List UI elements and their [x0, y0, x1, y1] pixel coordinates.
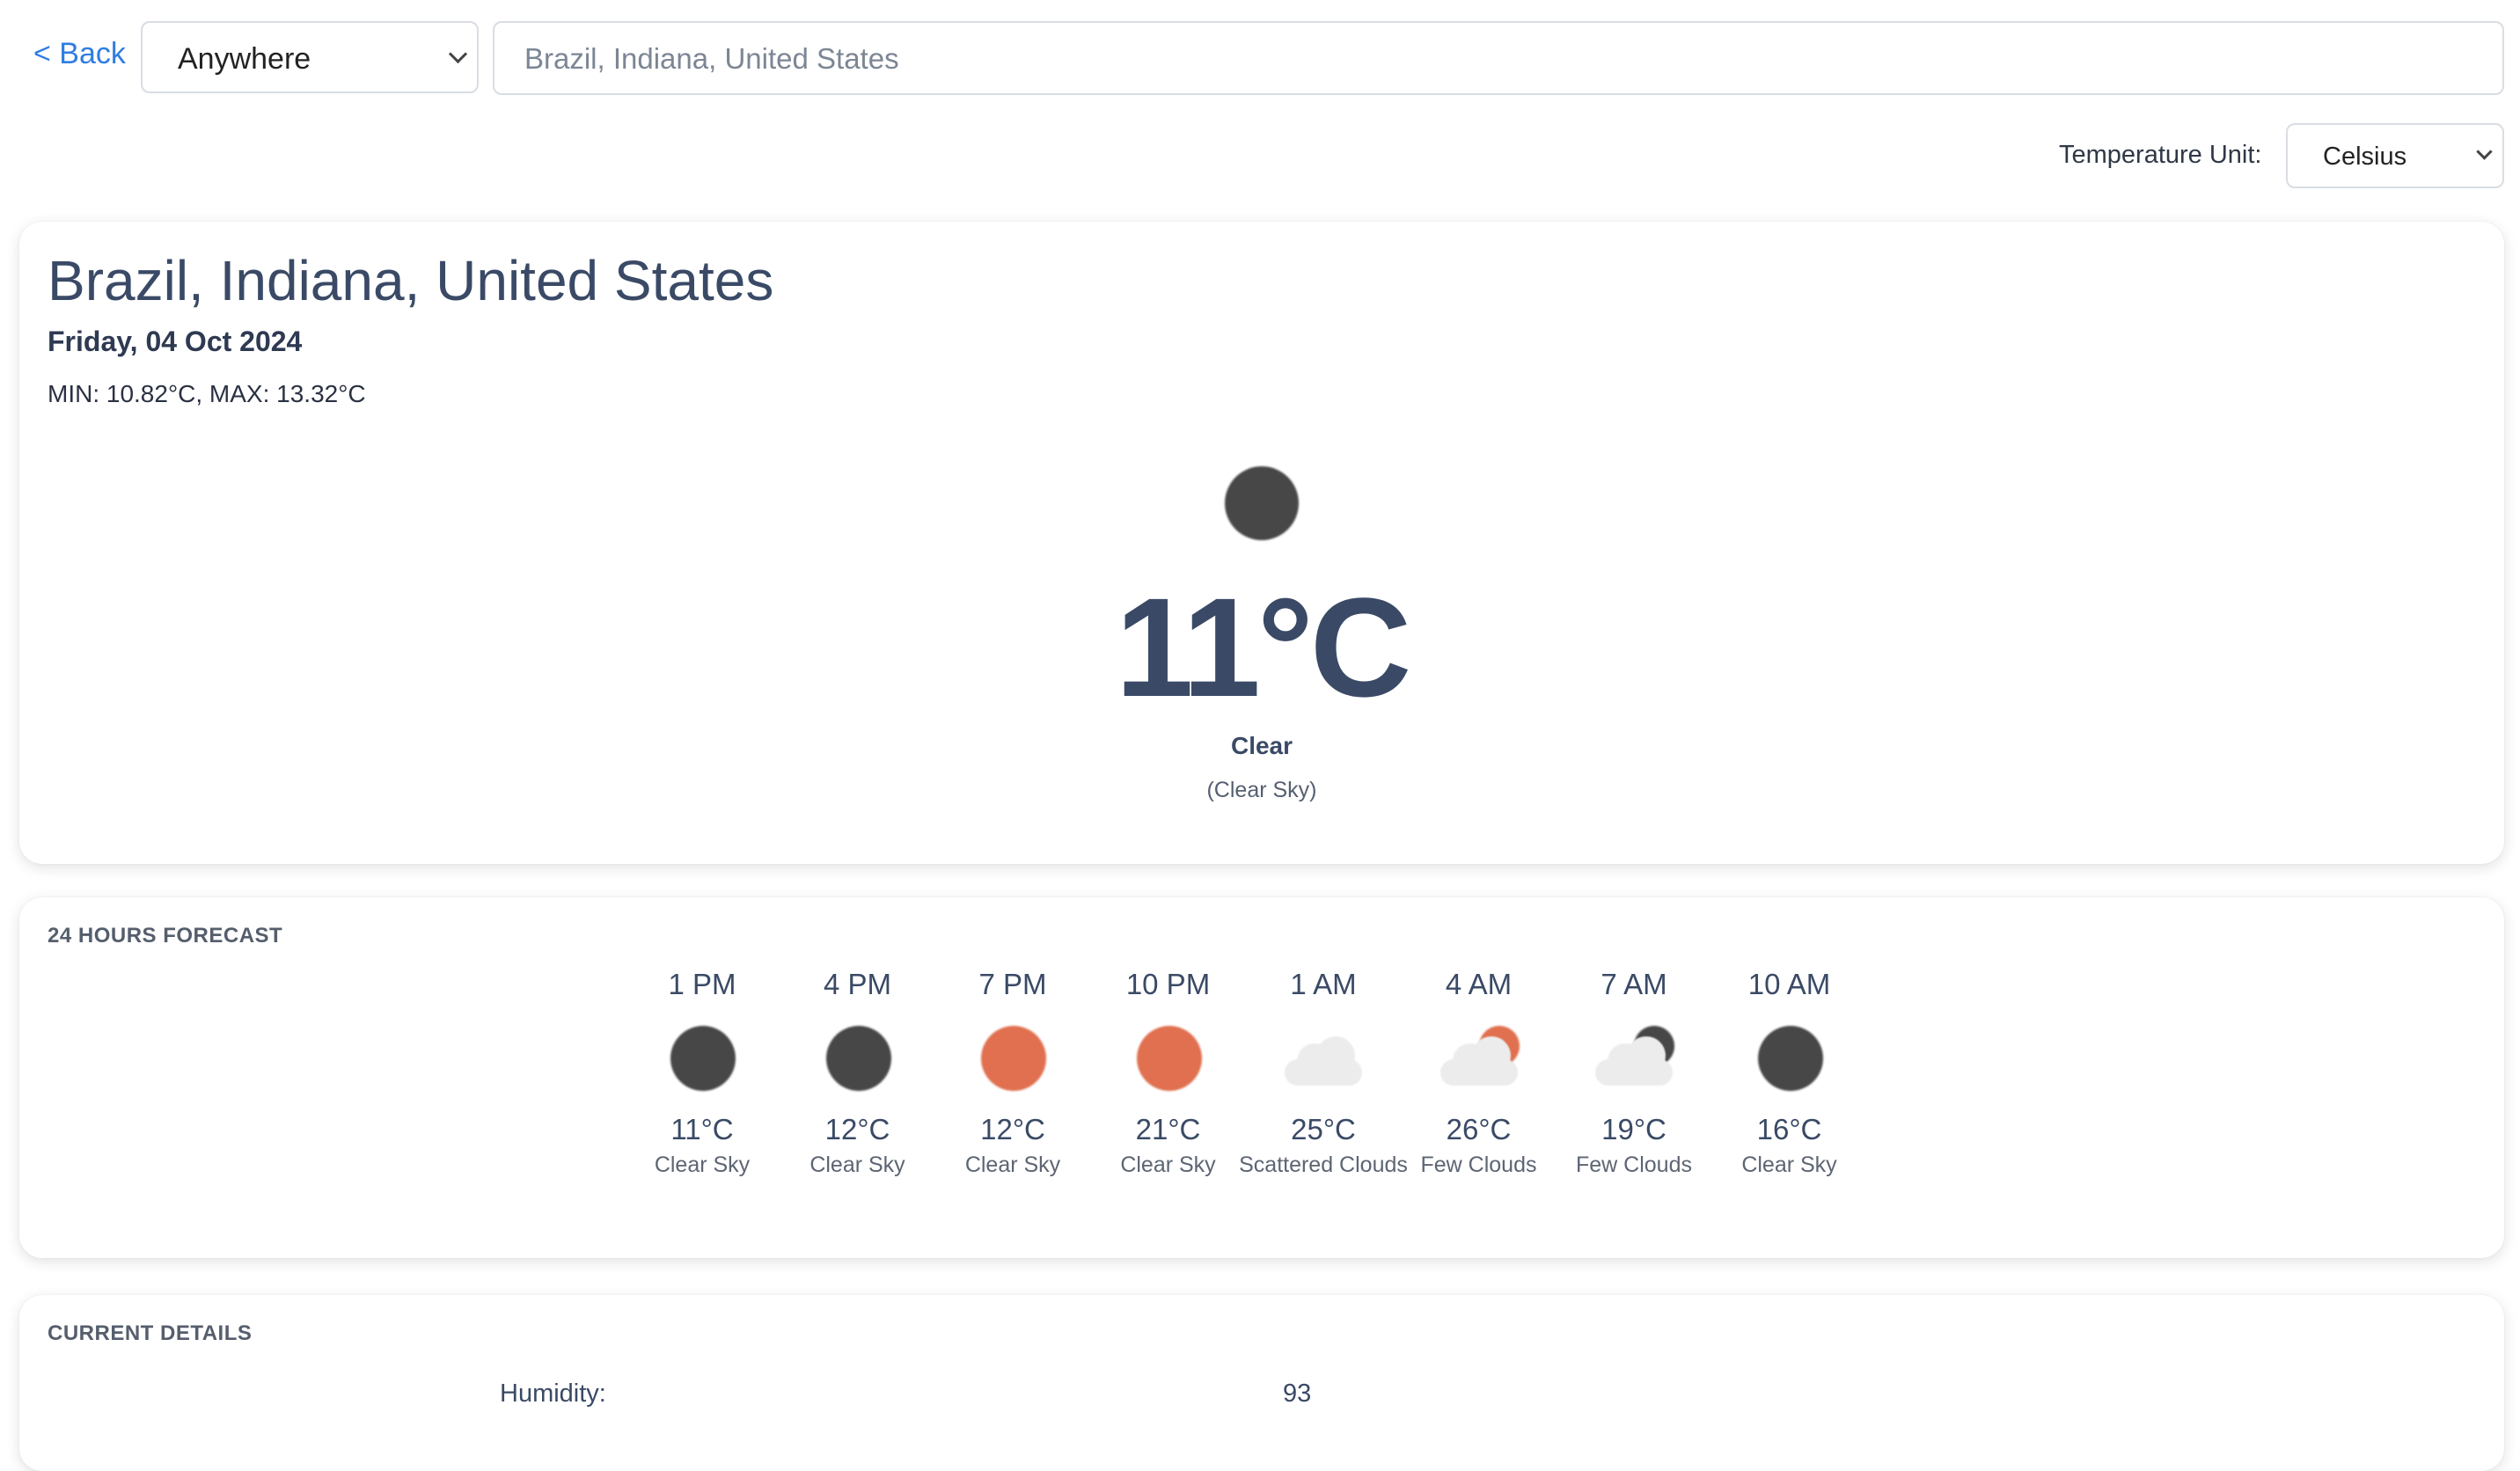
chevron-down-icon — [2476, 143, 2493, 160]
scope-select[interactable]: Anywhere — [141, 21, 479, 93]
current-date: Friday, 04 Oct 2024 — [48, 326, 303, 357]
temperature-unit-value: Celsius — [2323, 143, 2407, 171]
cloud-sun-icon — [1435, 1014, 1523, 1101]
sun-icon — [969, 1014, 1057, 1101]
humidity-label: Humidity: — [500, 1380, 606, 1408]
forecast-section-title: 24 HOURS FORECAST — [48, 924, 283, 948]
current-weather-card: Brazil, Indiana, United States Friday, 0… — [19, 222, 2504, 864]
top-bar: < Back Anywhere Brazil, Indiana, United … — [0, 0, 2520, 106]
sun-icon — [1124, 1014, 1212, 1101]
city-title: Brazil, Indiana, United States — [48, 249, 774, 312]
moon-icon — [814, 1014, 902, 1101]
forecast-hour-time: 10 AM — [1747, 968, 1831, 1000]
current-details-card: CURRENT DETAILS Humidity: 93 — [19, 1295, 2504, 1471]
scope-select-value: Anywhere — [178, 42, 311, 76]
forecast-hour-item: 10 AM 16°C Clear Sky — [1697, 964, 1882, 1181]
humidity-value: 93 — [1283, 1380, 1312, 1408]
details-section-title: CURRENT DETAILS — [48, 1321, 253, 1345]
location-search-input[interactable]: Brazil, Indiana, United States — [493, 21, 2504, 95]
cloud-moon-icon — [1590, 1014, 1678, 1101]
cloud-icon — [1279, 1014, 1367, 1101]
clear-night-icon — [1225, 466, 1299, 540]
forecast-hour-condition: Clear Sky — [1741, 1153, 1837, 1177]
current-condition-description: (Clear Sky) — [1206, 778, 1317, 802]
moon-icon — [658, 1014, 746, 1101]
current-temperature: 11°C — [1115, 568, 1412, 726]
moon-icon — [1746, 1014, 1834, 1101]
temperature-unit-label: Temperature Unit: — [2059, 141, 2262, 169]
current-condition: Clear — [1230, 732, 1293, 759]
temperature-unit-select[interactable]: Celsius — [2286, 123, 2504, 188]
hourly-forecast-card: 24 HOURS FORECAST 1 PM 11°C Clear Sky 4 PM 1… — [19, 897, 2504, 1258]
chevron-down-icon — [448, 44, 468, 64]
search-input-value: Brazil, Indiana, United States — [524, 42, 899, 75]
back-link[interactable]: < Back — [33, 37, 126, 71]
min-max-temperature: MIN: 10.82°C, MAX: 13.32°C — [48, 380, 366, 407]
forecast-hour-temp: 16°C — [1756, 1113, 1822, 1145]
